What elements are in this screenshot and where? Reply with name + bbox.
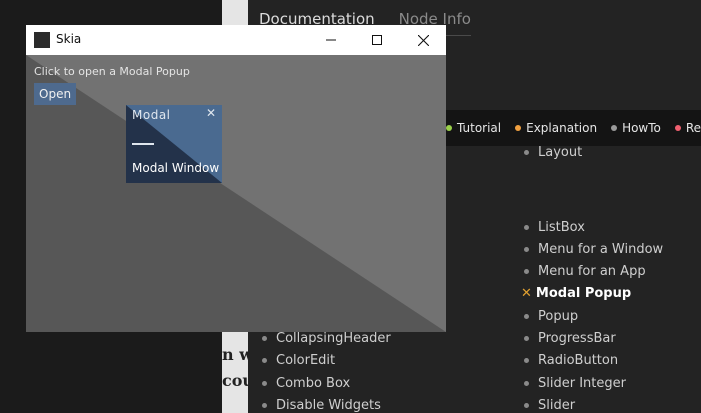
- legend-howto[interactable]: HowTo: [611, 121, 661, 135]
- bullet-icon: [524, 336, 529, 341]
- list-item-label: Popup: [538, 309, 579, 324]
- minimize-button[interactable]: [308, 25, 354, 55]
- bullet-icon: [524, 150, 529, 155]
- modal-popup[interactable]: Modal ✕ Modal Window: [126, 105, 222, 183]
- modal-title: Modal: [132, 108, 171, 122]
- legend-reference[interactable]: Referen: [674, 121, 701, 135]
- skia-window: Skia Click to open a Modal Popup Open Mo…: [26, 25, 446, 332]
- modal-close-icon[interactable]: ✕: [206, 106, 216, 120]
- list-item[interactable]: Slider: [524, 398, 575, 413]
- list-item[interactable]: CollapsingHeader: [262, 331, 391, 346]
- bullet-icon: [524, 381, 529, 386]
- window-title: Skia: [56, 32, 82, 46]
- bullet-icon: [524, 358, 529, 363]
- list-item-label: Layout: [538, 145, 583, 160]
- list-item-label: Modal Popup: [535, 286, 632, 301]
- close-icon: [417, 34, 429, 46]
- minimize-icon: [326, 39, 336, 41]
- bullet-icon: [524, 314, 529, 319]
- bullet-icon: [262, 358, 267, 363]
- list-item[interactable]: Slider Integer: [524, 376, 626, 391]
- list-item-label: Slider Integer: [538, 376, 626, 391]
- bullet-icon: [524, 269, 529, 274]
- list-item[interactable]: RadioButton: [524, 353, 618, 368]
- maximize-icon: [372, 35, 382, 45]
- doc-type-legend: Tutorial Explanation HowTo Referen: [430, 110, 701, 146]
- legend-explanation[interactable]: Explanation: [515, 121, 597, 135]
- list-item-label: RadioButton: [538, 353, 619, 368]
- list-item-label: ProgressBar: [538, 331, 616, 346]
- open-button[interactable]: Open: [34, 83, 77, 105]
- close-button[interactable]: [400, 25, 446, 55]
- list-item[interactable]: Disable Widgets: [262, 398, 381, 413]
- legend-label: HowTo: [622, 121, 661, 135]
- list-item[interactable]: Combo Box: [262, 376, 350, 391]
- list-item-label: ColorEdit: [276, 353, 336, 368]
- bullet-icon: [262, 403, 267, 408]
- app-icon: [34, 32, 50, 48]
- list-item-current[interactable]: ✕ Modal Popup: [521, 286, 631, 301]
- reference-dot-icon: [674, 125, 681, 131]
- list-item[interactable]: ColorEdit: [262, 353, 335, 368]
- legend-label: Referen: [685, 121, 701, 135]
- instruction-text: Click to open a Modal Popup: [34, 65, 190, 78]
- legend-label: Explanation: [526, 121, 598, 135]
- list-item[interactable]: ProgressBar: [524, 331, 616, 346]
- diagonal-background: [26, 55, 446, 332]
- list-item-label: Menu for a Window: [538, 242, 664, 257]
- list-item[interactable]: Layout: [524, 145, 582, 160]
- bullet-icon: [262, 381, 267, 386]
- list-item-label: Disable Widgets: [276, 398, 381, 413]
- howto-dot-icon: [611, 125, 618, 131]
- explanation-dot-icon: [515, 125, 522, 131]
- list-item-label: Menu for an App: [538, 264, 646, 279]
- bullet-icon: [524, 403, 529, 408]
- window-titlebar[interactable]: Skia: [26, 25, 446, 55]
- list-item[interactable]: Popup: [524, 309, 578, 324]
- legend-label: Tutorial: [457, 121, 502, 135]
- maximize-button[interactable]: [354, 25, 400, 55]
- list-item[interactable]: Menu for a Window: [524, 242, 663, 257]
- bullet-icon: [524, 247, 529, 252]
- list-item-label: CollapsingHeader: [276, 331, 391, 346]
- bullet-icon: [524, 225, 529, 230]
- current-x-icon: ✕: [521, 286, 532, 301]
- list-item-label: Slider: [538, 398, 576, 413]
- legend-tutorial[interactable]: Tutorial: [446, 121, 501, 135]
- modal-content-line: [132, 143, 154, 145]
- modal-window-label: Modal Window: [132, 161, 220, 175]
- window-content: Click to open a Modal Popup Open Modal ✕…: [26, 55, 446, 332]
- list-item[interactable]: Menu for an App: [524, 264, 646, 279]
- list-item[interactable]: ListBox: [524, 220, 585, 235]
- bullet-icon: [262, 336, 267, 341]
- list-item-label: Combo Box: [276, 376, 351, 391]
- list-item-label: ListBox: [538, 220, 585, 235]
- tutorial-dot-icon: [446, 125, 452, 131]
